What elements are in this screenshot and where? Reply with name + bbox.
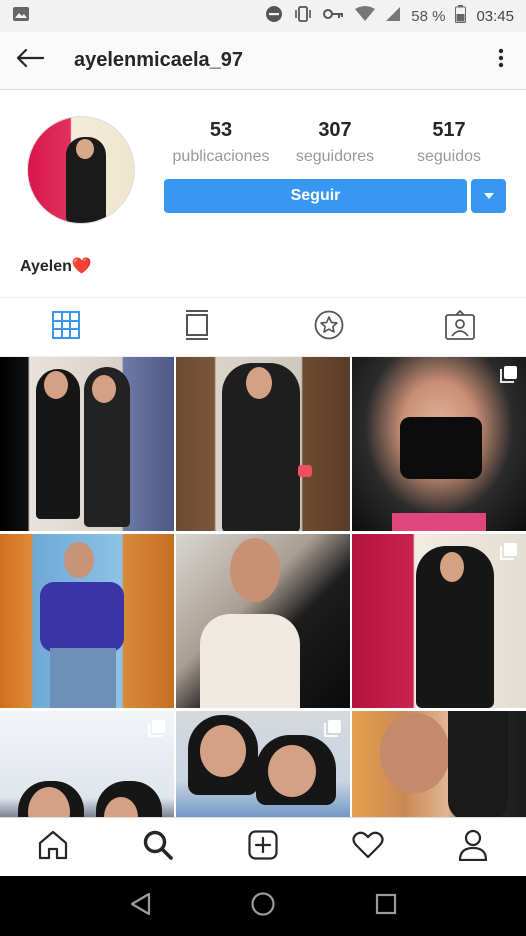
post-face	[64, 542, 94, 578]
activity-heart-icon	[352, 831, 384, 864]
battery-percent: 58 %	[411, 7, 446, 25]
system-recents-button[interactable]	[375, 893, 397, 920]
profile-username: ayelenmicaela_97	[74, 49, 244, 71]
post-skirt	[392, 513, 486, 531]
stat-posts-label: publicaciones	[172, 148, 270, 165]
nav-home[interactable]	[0, 818, 105, 876]
post-face	[92, 375, 116, 403]
multiple-photos-icon	[324, 719, 342, 737]
signal-icon	[385, 6, 401, 26]
post-hair	[448, 711, 508, 817]
stat-following-value: 517	[432, 119, 466, 141]
nav-search[interactable]	[105, 818, 210, 876]
stat-following[interactable]: 517 seguidos	[392, 116, 506, 166]
key-icon	[323, 7, 345, 25]
status-bar: 58 % 03:45	[0, 0, 526, 32]
system-home-button[interactable]	[250, 891, 276, 922]
search-icon	[142, 829, 174, 866]
back-button[interactable]	[0, 32, 60, 90]
system-back-button[interactable]	[129, 892, 151, 921]
star-icon	[314, 310, 344, 345]
bio-name: Ayelen	[20, 258, 72, 275]
post-thumbnail[interactable]	[0, 357, 174, 531]
avatar-face	[76, 139, 94, 159]
post-face	[246, 367, 272, 399]
multiple-photos-icon	[500, 542, 518, 560]
post-face	[268, 745, 316, 797]
post-face	[200, 725, 246, 777]
post-thumbnail[interactable]	[352, 357, 526, 531]
more-options-button[interactable]	[476, 32, 526, 90]
suggestions-dropdown-button[interactable]	[471, 179, 506, 213]
nav-profile[interactable]	[421, 818, 526, 876]
heart-emoji: ❤️	[71, 258, 92, 275]
feed-icon	[185, 309, 209, 345]
tagged-photo-icon	[445, 309, 476, 345]
profile-header-bar: ayelenmicaela_97	[0, 32, 526, 90]
profile-stats: 53 publicaciones 307 seguidores 517 segu…	[164, 116, 506, 166]
profile-icon	[458, 829, 488, 866]
caret-down-icon	[483, 187, 495, 205]
stat-followers-value: 307	[318, 119, 352, 141]
image-icon	[12, 6, 30, 26]
wifi-icon	[355, 6, 376, 26]
more-vertical-icon	[498, 48, 504, 73]
home-icon	[37, 830, 69, 865]
post-face	[44, 371, 68, 399]
back-arrow-icon	[15, 48, 45, 73]
post-clothing	[400, 417, 482, 479]
vibrate-icon	[293, 5, 313, 27]
post-thumbnail[interactable]	[176, 534, 350, 708]
profile-bio: Ayelen❤️	[20, 256, 92, 276]
follow-button[interactable]: Seguir	[164, 179, 467, 213]
instagram-profile-screen: 58 % 03:45 ayelenmicaela_97 53 publicaci…	[0, 0, 526, 936]
stat-posts[interactable]: 53 publicaciones	[164, 116, 278, 166]
post-face	[440, 552, 464, 582]
post-jeans	[50, 648, 116, 708]
system-navigation-bar	[0, 876, 526, 936]
bottom-navigation	[0, 817, 526, 876]
post-thumbnail[interactable]	[352, 534, 526, 708]
tab-tagged[interactable]	[395, 298, 526, 356]
stat-following-label: seguidos	[416, 148, 482, 165]
heart-sticker	[298, 465, 312, 477]
tab-feed-view[interactable]	[132, 298, 264, 356]
multiple-photos-icon	[148, 719, 166, 737]
post-shirt	[40, 582, 124, 652]
tab-saved[interactable]	[263, 298, 395, 356]
post-face	[230, 538, 280, 602]
post-thumbnail[interactable]	[176, 711, 350, 817]
stat-posts-value: 53	[209, 119, 233, 141]
stat-followers[interactable]: 307 seguidores	[278, 116, 392, 166]
posts-grid	[0, 357, 526, 817]
profile-avatar[interactable]	[27, 116, 135, 224]
nav-new-post[interactable]	[210, 818, 315, 876]
grid-icon	[51, 310, 80, 344]
post-thumbnail[interactable]	[176, 357, 350, 531]
tab-grid-view[interactable]	[0, 298, 132, 356]
post-top	[200, 614, 300, 708]
post-thumbnail[interactable]	[0, 534, 174, 708]
post-face	[380, 713, 450, 793]
battery-icon	[455, 5, 467, 27]
multiple-photos-icon	[500, 365, 518, 383]
stat-followers-label: seguidores	[295, 148, 375, 165]
new-post-icon	[248, 829, 278, 865]
do-not-disturb-icon	[265, 5, 283, 27]
profile-tabs	[0, 297, 526, 357]
nav-activity[interactable]	[316, 818, 421, 876]
clock: 03:45	[476, 7, 514, 25]
post-thumbnail[interactable]	[352, 711, 526, 817]
post-thumbnail[interactable]	[0, 711, 174, 817]
